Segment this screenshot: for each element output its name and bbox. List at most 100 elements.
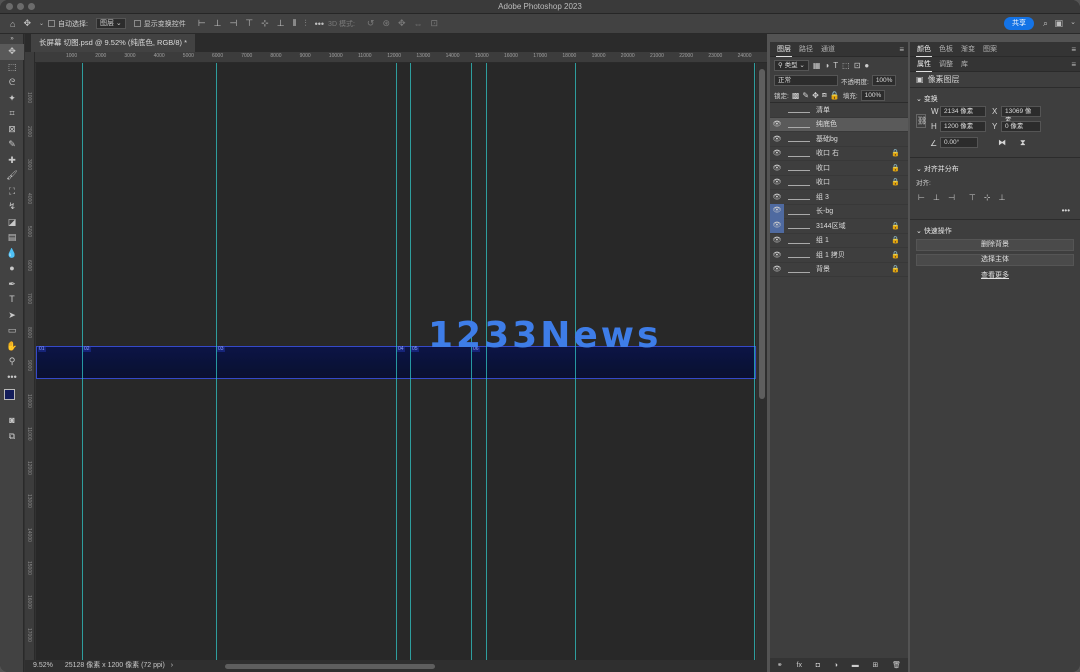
- guide-line[interactable]: [575, 63, 576, 660]
- align-top-icon[interactable]: ⊤: [245, 18, 253, 29]
- filter-pixel-icon[interactable]: ▦: [813, 61, 821, 70]
- panel-menu-icon[interactable]: ≡: [1071, 60, 1076, 69]
- filter-adjust-icon[interactable]: ◑: [824, 61, 829, 70]
- more-options-icon[interactable]: •••: [315, 19, 324, 29]
- tab-paths[interactable]: 路径: [798, 42, 814, 56]
- horizontal-ruler[interactable]: 1000 2000 3000 4000 5000 6000 7000 8000 9000 1000…: [35, 52, 767, 63]
- tab-patterns[interactable]: 图案: [982, 42, 998, 56]
- home-icon[interactable]: ⌂: [10, 19, 15, 29]
- y-field[interactable]: 0 像素: [1001, 121, 1041, 132]
- panel-menu-icon[interactable]: ≡: [899, 45, 904, 54]
- visibility-eye-icon[interactable]: 👁: [770, 135, 784, 143]
- adjustment-layer-icon[interactable]: ◑: [834, 662, 838, 669]
- transform-section-header[interactable]: ⌄ 变换: [916, 94, 1080, 104]
- layer-row[interactable]: 清单: [770, 103, 908, 118]
- type-tool-icon[interactable]: T: [0, 292, 24, 308]
- tab-layers[interactable]: 图层: [776, 42, 792, 57]
- brush-tool-icon[interactable]: 🖌: [0, 168, 24, 184]
- lock-move-icon[interactable]: ✥: [812, 91, 819, 100]
- slice-label[interactable]: 02: [83, 346, 91, 352]
- pen-tool-icon[interactable]: ✒: [0, 277, 24, 293]
- collapse-tools-icon[interactable]: »: [0, 34, 24, 44]
- flip-vertical-icon[interactable]: ⧗: [1020, 138, 1026, 148]
- vertical-scroll-thumb[interactable]: [759, 69, 765, 399]
- magic-wand-tool-icon[interactable]: ✦: [0, 91, 24, 107]
- opacity-field[interactable]: 100%: [871, 75, 897, 86]
- w-field[interactable]: 2134 像素: [940, 106, 986, 117]
- panel-menu-icon[interactable]: ≡: [1071, 45, 1076, 54]
- screen-mode-icon[interactable]: ⧉: [0, 429, 24, 445]
- guide-line[interactable]: [82, 63, 83, 660]
- guide-line[interactable]: [216, 63, 217, 660]
- foreground-color-swatch[interactable]: [4, 389, 15, 400]
- guide-line[interactable]: [396, 63, 397, 660]
- guide-line[interactable]: [486, 63, 487, 660]
- blend-mode-dropdown[interactable]: 正常: [774, 75, 838, 86]
- healing-brush-tool-icon[interactable]: ✚: [0, 153, 24, 169]
- slice-label[interactable]: 03: [217, 346, 225, 352]
- layer-row[interactable]: 👁 收口 🔒: [770, 161, 908, 176]
- visibility-eye-icon[interactable]: 👁: [770, 193, 784, 201]
- lock-paint-icon[interactable]: ✎: [802, 91, 809, 100]
- horizontal-scroll-thumb[interactable]: [225, 664, 435, 669]
- distribute-icon[interactable]: ⫴: [293, 18, 297, 29]
- tool-preset-chevron-icon[interactable]: ⌄: [39, 20, 44, 27]
- vertical-ruler[interactable]: 1000 2000 3000 4000 5000 6000 7000 8000 9000 1000…: [25, 52, 35, 660]
- tab-swatches[interactable]: 色板: [938, 42, 954, 56]
- document-canvas[interactable]: 01 02 03 04 05 06 1233News: [36, 63, 756, 660]
- visibility-eye-icon[interactable]: 👁: [770, 251, 784, 259]
- visibility-eye-icon[interactable]: 👁: [770, 204, 784, 219]
- blur-tool-icon[interactable]: 💧: [0, 246, 24, 262]
- layer-row[interactable]: 👁 背景 🔒: [770, 263, 908, 277]
- layer-row[interactable]: 👁 3144区域 🔒: [770, 218, 908, 234]
- filter-type-icon[interactable]: T: [833, 61, 838, 70]
- tab-gradients[interactable]: 渐变: [960, 42, 976, 56]
- filter-smart-icon[interactable]: ⊡: [854, 61, 861, 70]
- see-more-link[interactable]: 查看更多: [910, 270, 1080, 280]
- status-chevron-icon[interactable]: ›: [171, 662, 173, 669]
- align-vcenter-icon[interactable]: ⊹: [261, 18, 269, 29]
- select-subject-button[interactable]: 选择主体: [916, 254, 1074, 266]
- new-layer-icon[interactable]: ⊞: [873, 661, 879, 669]
- align-hcenter-icon[interactable]: ⊥: [933, 193, 940, 202]
- remove-background-button[interactable]: 删除背景: [916, 239, 1074, 251]
- tab-libraries[interactable]: 库: [960, 57, 969, 71]
- layer-row[interactable]: 👁 组 1 拷贝 🔒: [770, 248, 908, 263]
- new-group-icon[interactable]: ▬: [852, 662, 859, 669]
- flip-horizontal-icon[interactable]: ⧓: [998, 138, 1006, 147]
- rectangle-tool-icon[interactable]: ▭: [0, 323, 24, 339]
- align-left-icon[interactable]: ⊢: [918, 193, 925, 202]
- vertical-scrollbar[interactable]: [757, 63, 767, 660]
- align-bottom-icon[interactable]: ⊥: [999, 193, 1006, 202]
- layer-row[interactable]: 👁 收口 右 🔒: [770, 147, 908, 161]
- layer-row[interactable]: 👁 长-bg: [770, 204, 908, 219]
- color-swatches[interactable]: [0, 385, 24, 413]
- layer-row[interactable]: 👁 基础bg: [770, 132, 908, 147]
- guide-line[interactable]: [754, 63, 755, 660]
- show-transform-checkbox[interactable]: 显示变换控件: [133, 19, 186, 29]
- marquee-tool-icon[interactable]: ⬚: [0, 60, 24, 76]
- hand-tool-icon[interactable]: ✋: [0, 339, 24, 355]
- visibility-eye-icon[interactable]: 👁: [770, 120, 784, 128]
- lock-artboard-icon[interactable]: ⧈: [822, 90, 827, 100]
- lock-transparent-icon[interactable]: ▩: [792, 91, 800, 100]
- visibility-eye-icon[interactable]: 👁: [770, 218, 784, 233]
- tab-properties[interactable]: 属性: [916, 57, 932, 72]
- more-align-icon[interactable]: •••: [910, 206, 1070, 215]
- tab-channels[interactable]: 通道: [820, 42, 836, 56]
- filter-shape-icon[interactable]: ⬚: [842, 61, 850, 70]
- align-vcenter-icon[interactable]: ⊹: [984, 193, 991, 202]
- dodge-tool-icon[interactable]: ●: [0, 261, 24, 277]
- slice-label[interactable]: 05: [411, 346, 419, 352]
- fx-icon[interactable]: fx: [797, 662, 802, 669]
- workspace-chevron-icon[interactable]: ⌄: [1070, 18, 1076, 26]
- zoom-level[interactable]: 9.52%: [33, 662, 53, 669]
- layer-row[interactable]: 👁 组 3: [770, 190, 908, 205]
- auto-select-checkbox[interactable]: 自动选择:: [48, 19, 88, 29]
- slice-label[interactable]: 01: [38, 346, 46, 352]
- guide-line[interactable]: [471, 63, 472, 660]
- crop-tool-icon[interactable]: ⌗: [0, 106, 24, 122]
- visibility-eye-icon[interactable]: 👁: [770, 265, 784, 273]
- tab-adjustments[interactable]: 调整: [938, 57, 954, 71]
- slice-label[interactable]: 04: [397, 346, 405, 352]
